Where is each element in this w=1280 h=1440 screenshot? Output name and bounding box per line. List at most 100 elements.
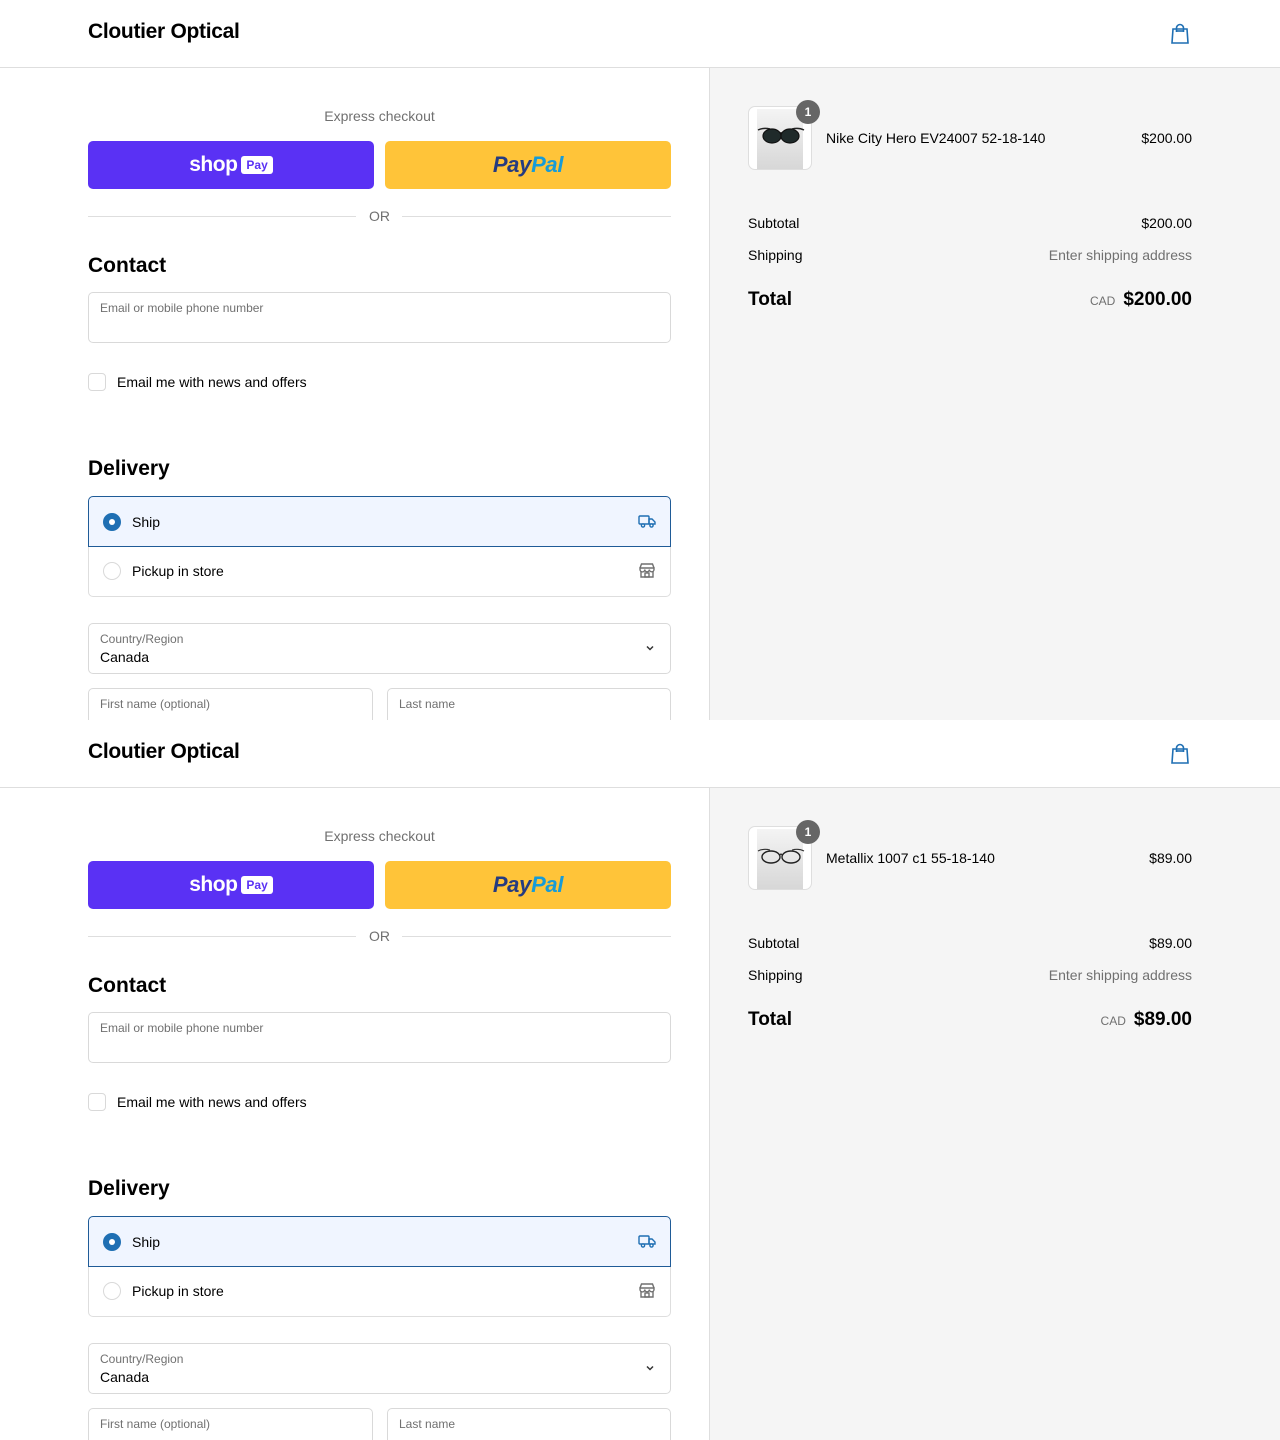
eyeglasses-icon	[757, 848, 805, 864]
header: Cloutier Optical	[0, 720, 1280, 788]
ship-radio[interactable]	[103, 1232, 121, 1251]
product-price: $89.00	[1149, 850, 1192, 866]
newsletter-option[interactable]: Email me with news and offers	[88, 372, 307, 392]
subtotal-row: Subtotal $200.00	[748, 215, 1192, 231]
total-label: Total	[748, 1009, 792, 1030]
paypal-wordmark-pay: Pay	[492, 872, 532, 897]
delivery-method-group: Ship Pickup in store	[88, 1216, 671, 1317]
quantity-badge: 1	[796, 100, 820, 124]
total-row: Total CAD $200.00	[748, 289, 1192, 315]
total-label: Total	[748, 289, 792, 310]
email-field[interactable]: Email or mobile phone number	[88, 1012, 671, 1063]
delivery-option-ship[interactable]: Ship	[88, 496, 671, 547]
express-checkout-title: Express checkout	[324, 108, 435, 124]
country-select[interactable]: Country/Region Canada	[88, 1343, 671, 1394]
or-label: OR	[369, 928, 390, 944]
contact-title: Contact	[88, 974, 167, 997]
subtotal-label: Subtotal	[748, 935, 800, 951]
store-brand[interactable]: Cloutier Optical	[88, 20, 240, 44]
country-label: Country/Region	[100, 632, 184, 646]
chevron-down-icon	[646, 1365, 654, 1371]
newsletter-checkbox[interactable]	[88, 373, 106, 391]
email-field-label: Email or mobile phone number	[100, 1021, 264, 1035]
cart-button[interactable]	[1168, 22, 1192, 46]
email-field[interactable]: Email or mobile phone number	[88, 292, 671, 343]
paypal-wordmark-pay: Pay	[492, 152, 532, 177]
last-name-label: Last name	[399, 697, 456, 711]
shipping-label: Shipping	[748, 247, 803, 263]
sunglasses-icon	[757, 127, 805, 144]
truck-icon	[638, 1235, 656, 1248]
checkout-screen-2: Cloutier Optical Express checkout shop P…	[0, 720, 1280, 1440]
email-field-label: Email or mobile phone number	[100, 301, 264, 315]
delivery-title: Delivery	[88, 1177, 170, 1200]
or-label: OR	[369, 208, 390, 224]
pickup-radio[interactable]	[103, 562, 121, 580]
store-brand[interactable]: Cloutier Optical	[88, 740, 240, 764]
delivery-title: Delivery	[88, 457, 170, 480]
newsletter-label: Email me with news and offers	[117, 374, 307, 390]
paypal-button[interactable]: Pay Pal	[385, 861, 671, 909]
pickup-radio[interactable]	[103, 1282, 121, 1300]
total-currency: CAD	[1100, 1014, 1126, 1028]
first-name-label: First name (optional)	[100, 697, 211, 711]
shop-pay-wordmark: shop	[189, 873, 238, 896]
ship-label: Ship	[132, 513, 161, 530]
first-name-label: First name (optional)	[100, 1417, 211, 1431]
shipping-row: Shipping Enter shipping address	[748, 247, 1192, 263]
newsletter-checkbox[interactable]	[88, 1093, 106, 1111]
or-divider: OR	[88, 208, 671, 226]
product-price: $200.00	[1141, 130, 1192, 146]
shopping-bag-icon	[1171, 23, 1189, 44]
store-icon	[639, 1283, 655, 1298]
shipping-label: Shipping	[748, 967, 803, 983]
shop-pay-wordmark: shop	[189, 153, 238, 176]
subtotal-row: Subtotal $89.00	[748, 935, 1192, 951]
shop-pay-badge: Pay	[241, 156, 273, 174]
quantity-badge: 1	[796, 820, 820, 844]
pickup-label: Pickup in store	[132, 1283, 224, 1299]
product-name: Metallix 1007 c1 55-18-140	[826, 850, 995, 866]
paypal-button[interactable]: Pay Pal	[385, 141, 671, 189]
first-name-field[interactable]: First name (optional)	[88, 688, 373, 720]
contact-title: Contact	[88, 254, 167, 277]
ship-label: Ship	[132, 1233, 161, 1250]
header: Cloutier Optical	[0, 0, 1280, 68]
country-value: Canada	[100, 1369, 150, 1385]
store-icon	[639, 563, 655, 578]
product-name: Nike City Hero EV24007 52-18-140	[826, 130, 1046, 146]
total-row: Total CAD $89.00	[748, 1009, 1192, 1035]
newsletter-label: Email me with news and offers	[117, 1094, 307, 1110]
paypal-wordmark-pal: Pal	[531, 152, 564, 177]
subtotal-label: Subtotal	[748, 215, 800, 231]
last-name-label: Last name	[399, 1417, 456, 1431]
checkout-screen-1: Cloutier Optical Express checkout shop P…	[0, 0, 1280, 720]
delivery-option-ship[interactable]: Ship	[88, 1216, 671, 1267]
or-divider: OR	[88, 928, 671, 946]
total-amount: $89.00	[1133, 1009, 1192, 1030]
shop-pay-badge: Pay	[241, 876, 273, 894]
line-item: 1 Metallix 1007 c1 55-18-140 $89.00	[748, 820, 1192, 890]
last-name-field[interactable]: Last name	[387, 688, 671, 720]
country-select[interactable]: Country/Region Canada	[88, 623, 671, 674]
country-value: Canada	[100, 649, 150, 665]
pickup-label: Pickup in store	[132, 563, 224, 579]
shop-pay-button[interactable]: shop Pay	[88, 141, 374, 189]
truck-icon	[638, 515, 656, 528]
delivery-option-pickup[interactable]: Pickup in store	[88, 1266, 671, 1317]
subtotal-value: $200.00	[1141, 215, 1192, 231]
delivery-method-group: Ship Pickup in store	[88, 496, 671, 597]
delivery-option-pickup[interactable]: Pickup in store	[88, 546, 671, 597]
ship-radio[interactable]	[103, 512, 121, 531]
shop-pay-button[interactable]: shop Pay	[88, 861, 374, 909]
country-label: Country/Region	[100, 1352, 184, 1366]
chevron-down-icon	[646, 645, 654, 651]
last-name-field[interactable]: Last name	[387, 1408, 671, 1440]
first-name-field[interactable]: First name (optional)	[88, 1408, 373, 1440]
shopping-bag-icon	[1171, 743, 1189, 764]
cart-button[interactable]	[1168, 742, 1192, 766]
express-checkout-title: Express checkout	[324, 828, 435, 844]
shipping-value: Enter shipping address	[1048, 967, 1192, 983]
newsletter-option[interactable]: Email me with news and offers	[88, 1092, 307, 1112]
shipping-row: Shipping Enter shipping address	[748, 967, 1192, 983]
